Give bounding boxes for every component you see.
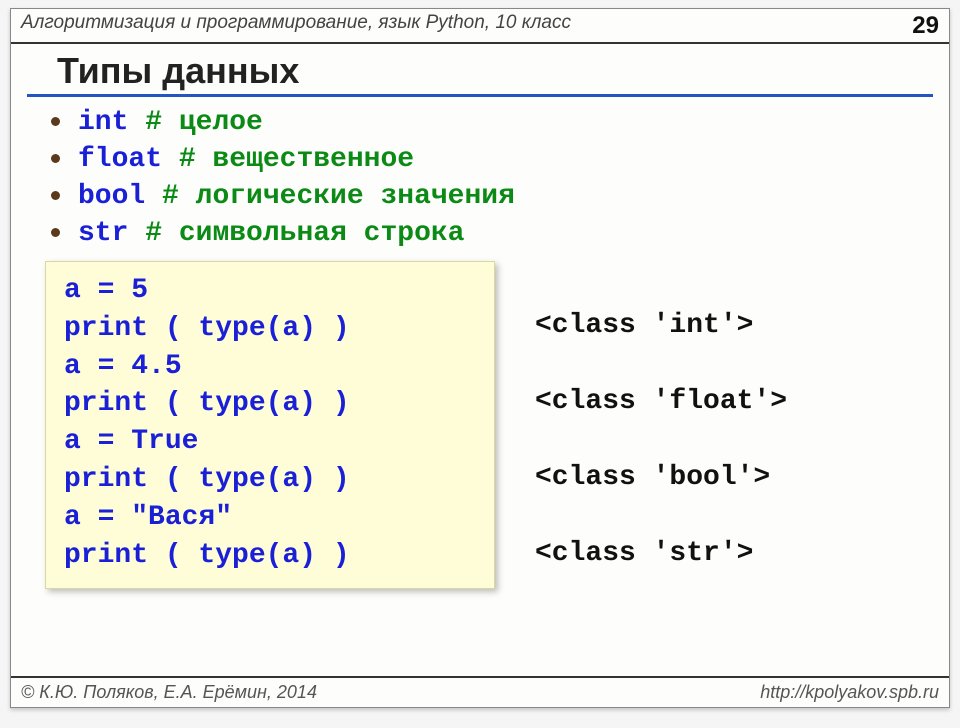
type-comment: # символьная строка bbox=[145, 218, 464, 249]
bullet-icon bbox=[51, 228, 60, 237]
type-pad bbox=[145, 181, 162, 212]
type-comment: # целое bbox=[145, 107, 263, 138]
type-keyword: int bbox=[78, 107, 128, 138]
type-pad bbox=[162, 144, 179, 175]
list-item: float # вещественное bbox=[51, 144, 909, 175]
type-pad bbox=[128, 218, 145, 249]
code-line: print ( type(a) ) bbox=[64, 461, 476, 499]
code-line: a = 4.5 bbox=[64, 348, 476, 386]
footer-copyright: © К.Ю. Поляков, Е.А. Ерёмин, 2014 bbox=[21, 682, 760, 703]
footer-url: http://kpolyakov.spb.ru bbox=[760, 682, 939, 703]
type-keyword: float bbox=[78, 144, 162, 175]
bullet-icon bbox=[51, 117, 60, 126]
list-item: bool # логические значения bbox=[51, 181, 909, 212]
bullet-icon bbox=[51, 191, 60, 200]
code-line: print ( type(a) ) bbox=[64, 385, 476, 423]
output-line: <class 'bool'> bbox=[535, 459, 787, 497]
slide-container: Алгоритмизация и программирование, язык … bbox=[10, 8, 950, 708]
output-block: <class 'int'> <class 'float'> <class 'bo… bbox=[535, 261, 787, 573]
output-gap bbox=[535, 421, 787, 459]
list-item: str # символьная строка bbox=[51, 218, 909, 249]
footer-bar: © К.Ю. Поляков, Е.А. Ерёмин, 2014 http:/… bbox=[11, 676, 949, 707]
output-line: <class 'float'> bbox=[535, 383, 787, 421]
section-title: Типы данных bbox=[27, 44, 933, 97]
type-pad bbox=[128, 107, 145, 138]
list-item: int # целое bbox=[51, 107, 909, 138]
header-title: Алгоритмизация и программирование, язык … bbox=[21, 12, 912, 34]
header-bar: Алгоритмизация и программирование, язык … bbox=[11, 9, 949, 44]
type-keyword: str bbox=[78, 218, 128, 249]
page-number: 29 bbox=[912, 12, 939, 40]
bullet-icon bbox=[51, 154, 60, 163]
main-row: a = 5 print ( type(a) ) a = 4.5 print ( … bbox=[11, 255, 949, 589]
code-line: a = True bbox=[64, 423, 476, 461]
output-line: <class 'int'> bbox=[535, 307, 787, 345]
output-line: <class 'str'> bbox=[535, 535, 787, 573]
output-gap bbox=[535, 497, 787, 535]
code-line: print ( type(a) ) bbox=[64, 537, 476, 575]
code-block: a = 5 print ( type(a) ) a = 4.5 print ( … bbox=[45, 261, 495, 589]
code-line: print ( type(a) ) bbox=[64, 310, 476, 348]
type-list: int # целое float # вещественное bool # … bbox=[11, 107, 949, 249]
type-comment: # вещественное bbox=[179, 144, 414, 175]
type-keyword: bool bbox=[78, 181, 145, 212]
code-line: a = "Вася" bbox=[64, 499, 476, 537]
type-comment: # логические значения bbox=[162, 181, 515, 212]
output-gap bbox=[535, 345, 787, 383]
code-line: a = 5 bbox=[64, 272, 476, 310]
